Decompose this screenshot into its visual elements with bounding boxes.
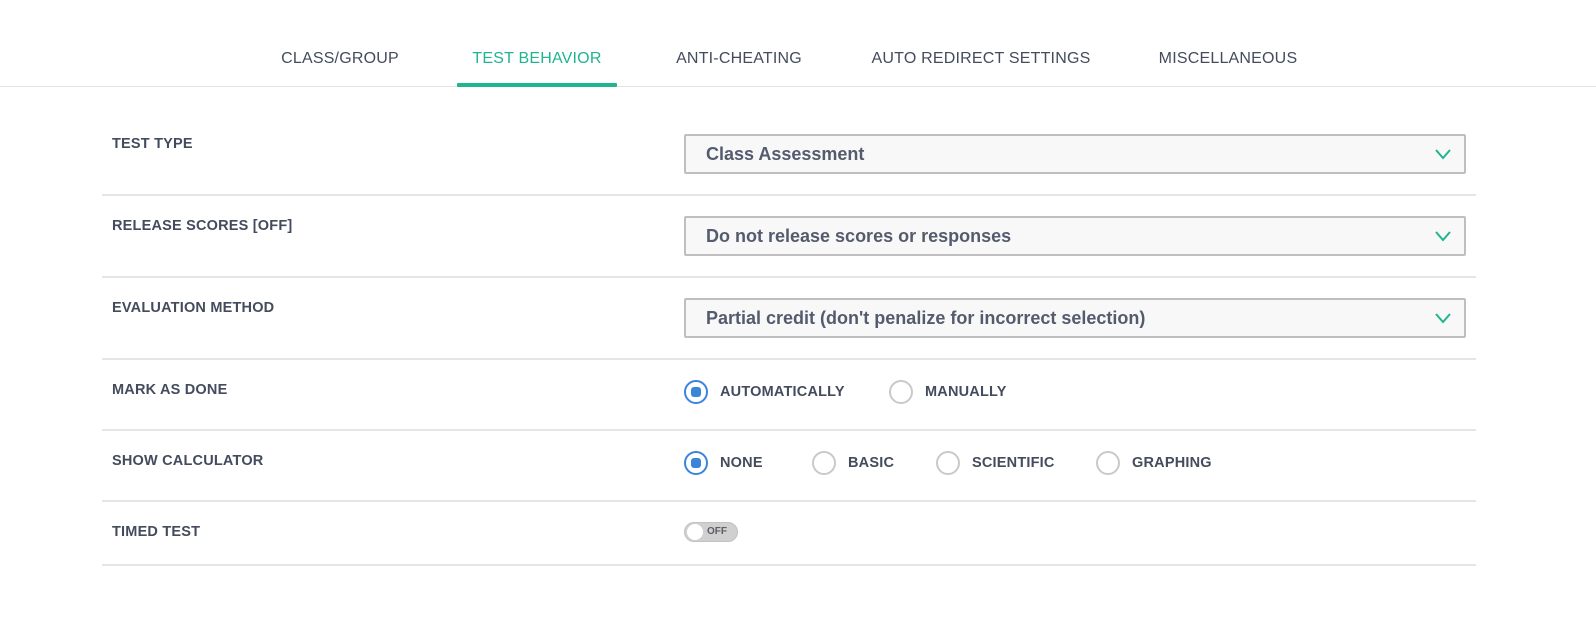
test-behavior-settings: TEST TYPE Class Assessment RELEASE SCORE… bbox=[102, 102, 1476, 566]
test-type-select[interactable]: Class Assessment bbox=[684, 134, 1466, 174]
release-scores-label: RELEASE SCORES [OFF] bbox=[112, 218, 293, 234]
toggle-state-text: OFF bbox=[707, 526, 727, 537]
tab-miscellaneous[interactable]: MISCELLANEOUS bbox=[1140, 50, 1316, 87]
radio-unchecked-icon bbox=[889, 380, 913, 404]
tab-test-behavior[interactable]: TEST BEHAVIOR bbox=[457, 50, 617, 87]
radio-label: BASIC bbox=[848, 455, 895, 471]
radio-label: AUTOMATICALLY bbox=[720, 384, 845, 400]
toggle-knob bbox=[687, 524, 703, 540]
radio-unchecked-icon bbox=[1096, 451, 1120, 475]
chevron-down-icon bbox=[1435, 231, 1451, 242]
mark-as-done-label: MARK AS DONE bbox=[112, 382, 228, 398]
radio-checked-icon bbox=[684, 380, 708, 404]
radio-label: NONE bbox=[720, 455, 763, 471]
setting-row-release-scores: RELEASE SCORES [OFF] Do not release scor… bbox=[102, 196, 1476, 278]
tab-anti-cheating[interactable]: ANTI-CHEATING bbox=[660, 50, 818, 87]
evaluation-method-label: EVALUATION METHOD bbox=[112, 300, 275, 316]
radio-label: GRAPHING bbox=[1132, 455, 1212, 471]
show-calculator-label: SHOW CALCULATOR bbox=[112, 453, 264, 469]
setting-row-evaluation-method: EVALUATION METHOD Partial credit (don't … bbox=[102, 278, 1476, 360]
timed-test-toggle[interactable]: OFF bbox=[684, 522, 738, 542]
release-scores-select[interactable]: Do not release scores or responses bbox=[684, 216, 1466, 256]
setting-row-mark-as-done: MARK AS DONE AUTOMATICALLY MANUALLY bbox=[102, 360, 1476, 431]
radio-label: SCIENTIFIC bbox=[972, 455, 1055, 471]
timed-test-label: TIMED TEST bbox=[112, 524, 201, 540]
evaluation-method-select[interactable]: Partial credit (don't penalize for incor… bbox=[684, 298, 1466, 338]
tab-auto-redirect-settings[interactable]: AUTO REDIRECT SETTINGS bbox=[868, 50, 1094, 87]
radio-unchecked-icon bbox=[812, 451, 836, 475]
tab-class-group[interactable]: CLASS/GROUP bbox=[262, 50, 418, 87]
setting-row-show-calculator: SHOW CALCULATOR NONE BASIC SCIENTIFIC GR… bbox=[102, 431, 1476, 502]
radio-checked-icon bbox=[684, 451, 708, 475]
settings-tab-bar: CLASS/GROUP TEST BEHAVIOR ANTI-CHEATING … bbox=[0, 0, 1596, 87]
chevron-down-icon bbox=[1435, 313, 1451, 324]
setting-row-timed-test: TIMED TEST OFF bbox=[102, 502, 1476, 566]
radio-unchecked-icon bbox=[936, 451, 960, 475]
radio-label: MANUALLY bbox=[925, 384, 1007, 400]
setting-row-test-type: TEST TYPE Class Assessment bbox=[102, 102, 1476, 196]
release-scores-value: Do not release scores or responses bbox=[706, 226, 1012, 246]
evaluation-method-value: Partial credit (don't penalize for incor… bbox=[706, 308, 1146, 328]
test-type-label: TEST TYPE bbox=[112, 136, 193, 152]
chevron-down-icon bbox=[1435, 149, 1451, 160]
test-type-value: Class Assessment bbox=[706, 144, 865, 164]
